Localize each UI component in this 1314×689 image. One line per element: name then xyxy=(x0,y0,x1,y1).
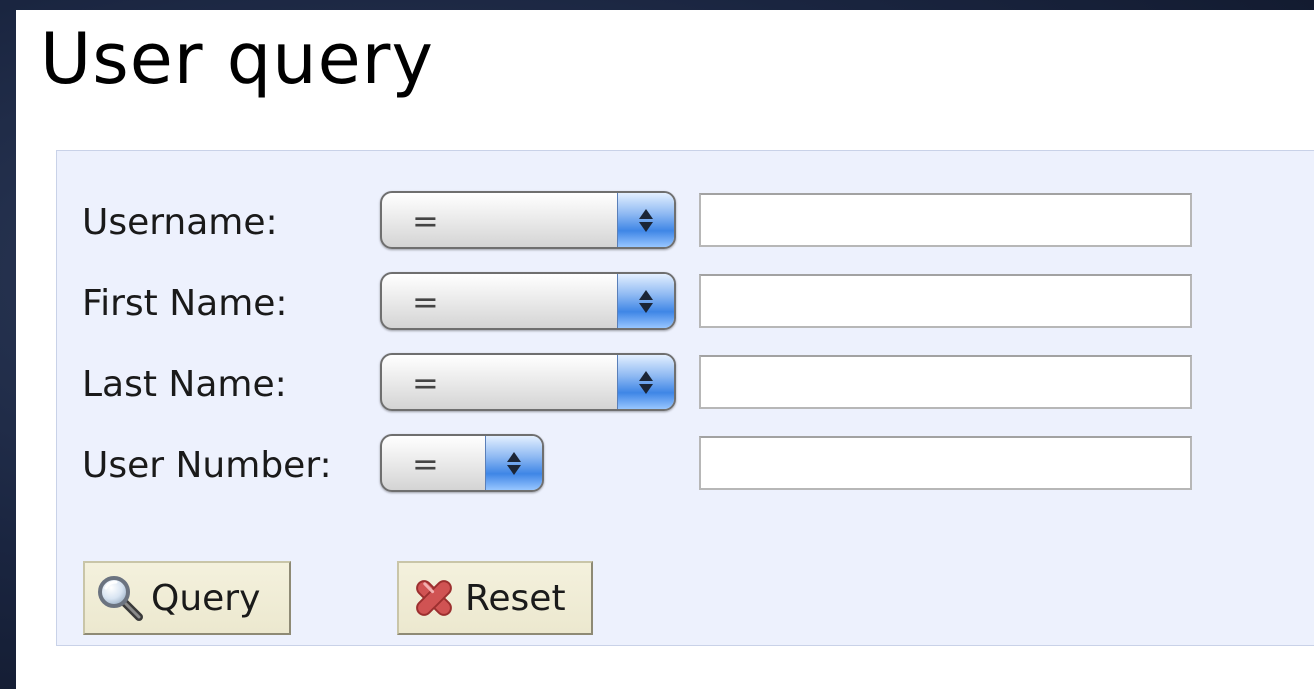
username-input[interactable] xyxy=(699,193,1192,247)
last-name-operator-select[interactable]: = xyxy=(380,353,676,411)
last-name-operator-value: = xyxy=(412,364,439,402)
select-stepper-icon xyxy=(617,355,674,409)
field-row-first-name: First Name: = xyxy=(57,272,1314,334)
first-name-input[interactable] xyxy=(699,274,1192,328)
red-x-icon xyxy=(409,573,459,623)
page-title: User query xyxy=(40,18,434,100)
last-name-input[interactable] xyxy=(699,355,1192,409)
query-form-panel: Username: = First Name: = Last Name: = U… xyxy=(56,150,1314,646)
select-stepper-icon xyxy=(617,274,674,328)
select-stepper-icon xyxy=(485,436,542,490)
user-number-label: User Number: xyxy=(82,445,332,486)
reset-button-label: Reset xyxy=(465,577,566,619)
select-stepper-icon xyxy=(617,193,674,247)
username-operator-select[interactable]: = xyxy=(380,191,676,249)
user-number-operator-value: = xyxy=(412,445,439,483)
field-row-last-name: Last Name: = xyxy=(57,353,1314,415)
query-button[interactable]: Query xyxy=(83,561,291,635)
username-label: Username: xyxy=(82,202,278,243)
first-name-operator-select[interactable]: = xyxy=(380,272,676,330)
username-operator-value: = xyxy=(412,202,439,240)
last-name-label: Last Name: xyxy=(82,364,287,405)
page-content: User query Username: = First Name: = Las… xyxy=(16,10,1314,689)
magnifier-icon xyxy=(95,573,145,623)
first-name-operator-value: = xyxy=(412,283,439,321)
query-button-label: Query xyxy=(151,577,261,619)
first-name-label: First Name: xyxy=(82,283,288,324)
user-number-input[interactable] xyxy=(699,436,1192,490)
reset-button[interactable]: Reset xyxy=(397,561,593,635)
field-row-username: Username: = xyxy=(57,191,1314,253)
field-row-user-number: User Number: = xyxy=(57,434,1314,496)
user-number-operator-select[interactable]: = xyxy=(380,434,544,492)
